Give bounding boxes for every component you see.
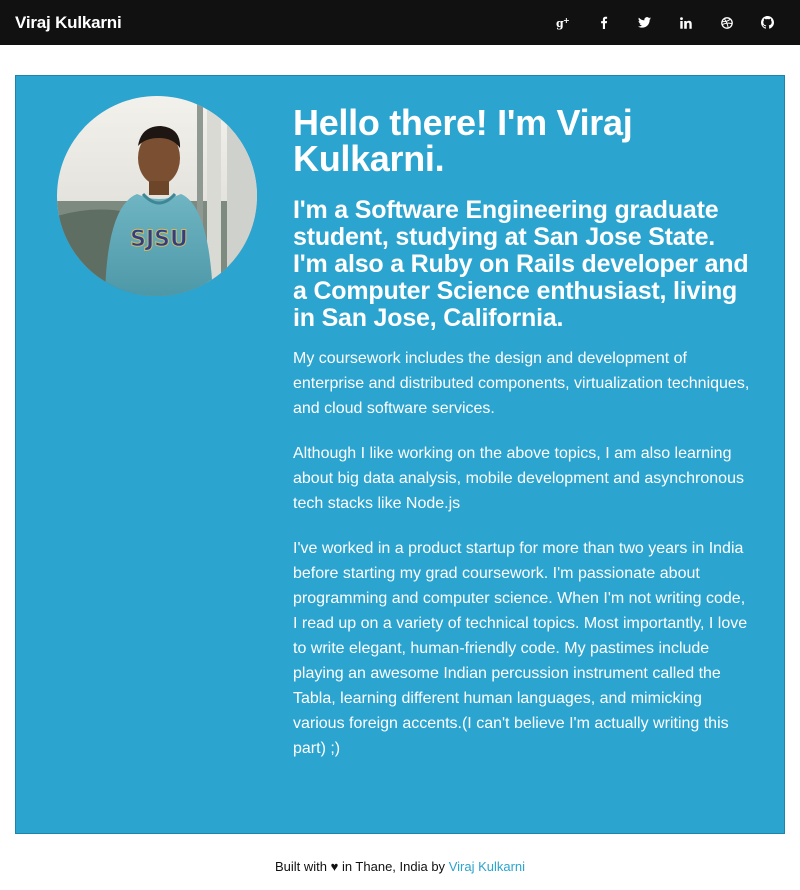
twitter-link[interactable] — [624, 0, 665, 45]
profile-photo: SJSU — [57, 96, 257, 296]
site-brand[interactable]: Viraj Kulkarni — [15, 13, 122, 33]
footer-location: in Thane, India by — [341, 859, 446, 874]
footer-author-link[interactable]: Viraj Kulkarni — [449, 859, 525, 874]
profile-card: SJSU Hello there! I'm Viraj Kulkarni. I'… — [15, 75, 785, 834]
svg-text:+: + — [563, 16, 570, 25]
google-plus-link[interactable]: g + — [542, 0, 583, 45]
footer-prefix: Built with — [274, 859, 327, 874]
facebook-link[interactable] — [583, 0, 624, 45]
heart-icon: ♥ — [330, 859, 339, 874]
google-plus-icon: g + — [556, 16, 570, 30]
social-links: g + — [542, 0, 788, 45]
github-icon — [761, 16, 774, 29]
bio-paragraph-learning: Although I like working on the above top… — [293, 445, 744, 512]
linkedin-icon — [679, 16, 692, 29]
intro-subheading: I'm a Software Engineering graduate stud… — [293, 196, 749, 332]
greeting-heading: Hello there! I'm Viraj Kulkarni. — [293, 102, 633, 179]
dribbble-link[interactable] — [706, 0, 747, 45]
top-navbar: Viraj Kulkarni g + — [0, 0, 800, 45]
bio-paragraph-coursework: My coursework includes the design and de… — [293, 350, 750, 417]
profile-content: Hello there! I'm Viraj Kulkarni. I'm a S… — [293, 105, 753, 781]
linkedin-link[interactable] — [665, 0, 706, 45]
dribbble-icon — [720, 16, 733, 29]
svg-text:SJSU: SJSU — [130, 227, 188, 252]
github-link[interactable] — [747, 0, 788, 45]
facebook-icon — [600, 16, 607, 29]
profile-avatar: SJSU — [57, 96, 257, 296]
twitter-icon — [638, 17, 651, 28]
bio-paragraph-background: I've worked in a product startup for mor… — [293, 540, 748, 757]
site-footer: Built with ♥ in Thane, India by Viraj Ku… — [0, 859, 800, 874]
